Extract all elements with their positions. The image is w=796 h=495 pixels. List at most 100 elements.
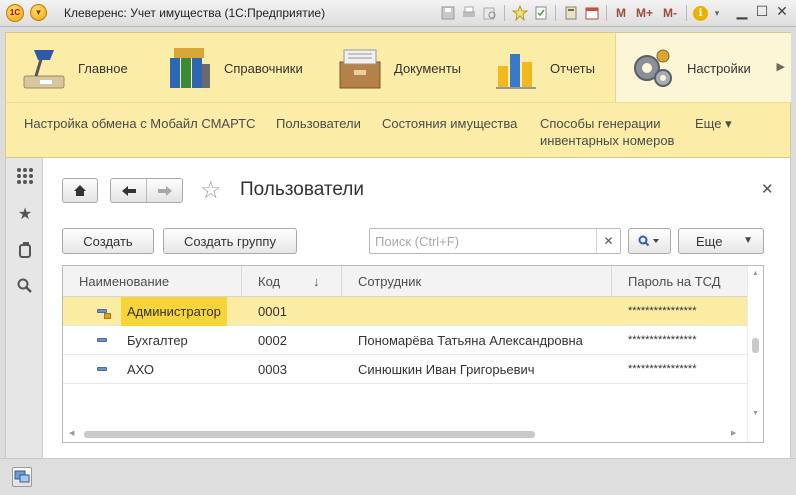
left-toolbar: ★ bbox=[5, 158, 43, 458]
users-table: Наименование Код ↓ Сотрудник Пароль на Т… bbox=[62, 265, 764, 443]
scroll-right-icon[interactable]: ▶ bbox=[731, 429, 736, 437]
window-title: Клеверенс: Учет имущества (1С:Предприяти… bbox=[64, 6, 326, 20]
section-label: Главное bbox=[78, 60, 128, 76]
gears-icon bbox=[629, 44, 677, 92]
column-header-password[interactable]: Пароль на ТСД bbox=[612, 266, 747, 297]
back-arrow-icon[interactable] bbox=[111, 179, 147, 202]
form-workspace: ☆ Пользователи ✕ Создать Создать группу … bbox=[43, 158, 791, 458]
scroll-up-icon[interactable]: ▲ bbox=[752, 270, 759, 277]
cell-name: Администратор bbox=[121, 297, 227, 326]
clear-icon[interactable]: ✕ bbox=[596, 229, 620, 253]
cell-code: 0003 bbox=[258, 362, 287, 377]
horizontal-scrollbar[interactable]: ◀ ▶ bbox=[63, 426, 747, 442]
network-connection-icon[interactable] bbox=[12, 467, 32, 487]
nav-users[interactable]: Пользователи bbox=[276, 115, 361, 132]
calculator-icon[interactable] bbox=[562, 5, 579, 22]
item-icon bbox=[97, 338, 107, 342]
nav-inventory-number-methods[interactable]: Способы генерации инвентарных номеров bbox=[540, 115, 674, 149]
chevron-down-icon: ▼ bbox=[743, 235, 753, 246]
home-button[interactable] bbox=[62, 178, 98, 203]
memory-minus-button[interactable]: M- bbox=[660, 6, 680, 20]
create-group-button[interactable]: Создать группу bbox=[163, 228, 297, 254]
section-settings[interactable]: Настройки ▶ bbox=[615, 33, 791, 103]
toolbar-separator bbox=[686, 5, 688, 21]
more-button[interactable]: Еще ▼ bbox=[678, 228, 764, 254]
create-button[interactable]: Создать bbox=[62, 228, 154, 254]
minimize-icon[interactable]: ▁ bbox=[732, 3, 752, 20]
favorite-star-icon[interactable]: ☆ bbox=[200, 176, 222, 205]
vertical-scrollbar[interactable]: ▲ ▼ bbox=[747, 266, 763, 442]
back-forward-group bbox=[110, 178, 183, 203]
cell-employee: Синюшкин Иван Григорьевич bbox=[358, 362, 535, 377]
cell-code: 0001 bbox=[258, 304, 287, 319]
sections-panel: Главное Справочники Документы Отчеты Нас… bbox=[5, 32, 791, 103]
search-field: ✕ bbox=[369, 228, 621, 254]
sort-down-icon: ↓ bbox=[313, 274, 320, 289]
search-input[interactable] bbox=[375, 229, 599, 253]
table-header: Наименование Код ↓ Сотрудник Пароль на Т… bbox=[63, 266, 747, 297]
memory-m-button[interactable]: M bbox=[613, 6, 629, 20]
section-label: Справочники bbox=[224, 60, 303, 76]
search-icon bbox=[638, 235, 659, 247]
column-header-code[interactable]: Код bbox=[242, 266, 342, 297]
section-documents[interactable]: Документы bbox=[336, 33, 461, 103]
nav-more[interactable]: Еще ▾ bbox=[695, 115, 732, 132]
documents-box-icon bbox=[336, 44, 384, 92]
favorites-add-icon[interactable] bbox=[511, 5, 528, 22]
cell-name: АХО bbox=[127, 362, 155, 377]
save-icon[interactable] bbox=[439, 5, 456, 22]
memory-plus-button[interactable]: M+ bbox=[633, 6, 656, 20]
section-label: Настройки bbox=[687, 60, 751, 76]
main-menu-icon[interactable]: ▼ bbox=[30, 4, 47, 21]
cell-code: 0002 bbox=[258, 333, 287, 348]
app-logo-icon[interactable]: 1С bbox=[6, 4, 24, 22]
table-row[interactable]: АХО 0003 Синюшкин Иван Григорьевич *****… bbox=[63, 355, 747, 384]
print-icon[interactable] bbox=[460, 5, 477, 22]
section-catalogs[interactable]: Справочники bbox=[166, 33, 303, 103]
maximize-icon[interactable]: ☐ bbox=[752, 3, 772, 20]
search-options-button[interactable] bbox=[628, 228, 671, 254]
scroll-left-icon[interactable]: ◀ bbox=[69, 429, 74, 437]
column-header-name[interactable]: Наименование bbox=[63, 266, 242, 297]
actions-panel: Настройка обмена с Мобайл СМАРТС Пользов… bbox=[5, 102, 791, 158]
favorites-star-icon[interactable]: ★ bbox=[15, 204, 35, 224]
cell-password: **************** bbox=[628, 334, 697, 346]
close-window-icon[interactable]: ✕ bbox=[772, 3, 792, 20]
title-bar: 1С ▼ Клеверенс: Учет имущества (1С:Предп… bbox=[0, 0, 796, 27]
nav-property-states[interactable]: Состояния имущества bbox=[382, 115, 517, 132]
all-functions-icon[interactable] bbox=[15, 166, 35, 186]
chevron-right-icon[interactable]: ▶ bbox=[777, 60, 785, 73]
toolbar-separator bbox=[606, 5, 607, 21]
search-icon[interactable] bbox=[15, 276, 35, 296]
table-row[interactable]: Администратор 0001 **************** bbox=[63, 297, 747, 326]
scroll-down-icon[interactable]: ▼ bbox=[752, 410, 759, 417]
chevron-down-icon[interactable]: ▾ bbox=[712, 5, 722, 22]
close-form-icon[interactable]: ✕ bbox=[761, 180, 774, 198]
toolbar-icons: M M+ M- i ▾ bbox=[439, 4, 722, 22]
forward-arrow-icon[interactable] bbox=[147, 179, 182, 202]
section-reports[interactable]: Отчеты bbox=[492, 33, 595, 103]
nav-exchange-settings[interactable]: Настройка обмена с Мобайл СМАРТС bbox=[24, 115, 256, 132]
preview-icon[interactable] bbox=[481, 5, 498, 22]
form-title: Пользователи bbox=[240, 179, 365, 200]
binders-icon bbox=[166, 44, 214, 92]
info-icon[interactable]: i bbox=[693, 5, 709, 21]
toolbar-separator bbox=[504, 5, 505, 21]
item-icon bbox=[97, 367, 107, 371]
horizontal-scroll-thumb[interactable] bbox=[84, 431, 535, 438]
history-icon[interactable] bbox=[532, 5, 549, 22]
cell-password: **************** bbox=[628, 363, 697, 375]
bar-chart-icon bbox=[492, 44, 540, 92]
desk-lamp-icon bbox=[20, 44, 68, 92]
more-button-label: Еще bbox=[696, 233, 723, 249]
vertical-scroll-thumb[interactable] bbox=[752, 338, 759, 353]
history-clip-icon[interactable] bbox=[15, 240, 35, 260]
section-main[interactable]: Главное bbox=[20, 33, 128, 103]
group-item-icon bbox=[97, 309, 111, 319]
section-label: Отчеты bbox=[550, 60, 595, 76]
toolbar-separator bbox=[555, 5, 556, 21]
table-row[interactable]: Бухгалтер 0002 Пономарёва Татьяна Алекса… bbox=[63, 326, 747, 355]
calendar-icon[interactable] bbox=[583, 5, 600, 22]
status-bar bbox=[0, 458, 796, 495]
column-header-employee[interactable]: Сотрудник bbox=[342, 266, 612, 297]
